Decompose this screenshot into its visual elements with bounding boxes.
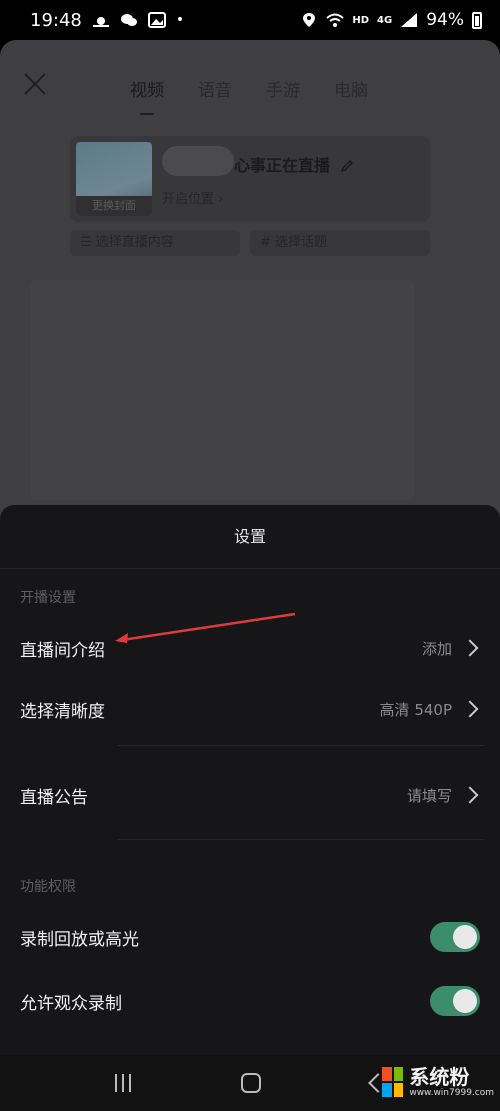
wechat-icon (120, 14, 137, 26)
camera-preview (30, 280, 414, 500)
row-resolution[interactable]: 选择清晰度 高清 540P (0, 687, 500, 731)
section-label-broadcast: 开播设置 (20, 590, 76, 606)
divider (0, 568, 500, 569)
record-replay-toggle[interactable] (430, 922, 480, 952)
chevron-right-icon (461, 639, 479, 657)
watermark-name: 系统粉 (409, 1065, 470, 1089)
divider (118, 745, 484, 746)
tab-voice[interactable]: 语音 (198, 76, 232, 101)
row-label: 选择清晰度 (20, 701, 105, 722)
row-value: 添加 (421, 639, 452, 658)
chevron-right-icon (461, 700, 479, 718)
row-label: 录制回放或高光 (20, 929, 139, 950)
close-icon[interactable] (24, 73, 46, 95)
watermark: 系统粉 www.win7999.com (382, 1057, 494, 1107)
tab-computer[interactable]: 电脑 (334, 76, 368, 101)
wifi-icon (326, 13, 345, 27)
tab-mobile-game[interactable]: 手游 (266, 76, 300, 101)
toggle-knob (453, 989, 477, 1013)
status-time: 19:48 (30, 9, 82, 31)
recents-icon[interactable] (115, 1074, 131, 1092)
row-label: 直播公告 (20, 787, 88, 808)
tab-video[interactable]: 视频 (130, 76, 164, 115)
select-content-chip[interactable]: ☰ 选择直播内容 (70, 230, 240, 256)
status-bar: 19:48 • HD 4G 94% (0, 0, 500, 40)
stream-info-card: 更换封面 心事正在直播 开启位置 › (70, 136, 430, 222)
section-label-permissions: 功能权限 (20, 879, 76, 895)
live-setup-background: 视频 语音 手游 电脑 更换封面 心事正在直播 开启位置 › ☰ 选择直播内容 … (0, 40, 500, 560)
row-allow-viewer-record: 允许观众录制 (0, 979, 500, 1023)
divider (118, 839, 484, 840)
network-hd-label: HD (352, 14, 370, 26)
stream-title[interactable]: 心事正在直播 (234, 152, 354, 176)
cover-image[interactable]: 更换封面 (76, 142, 152, 216)
row-label: 允许观众录制 (20, 993, 122, 1014)
allow-viewer-record-toggle[interactable] (430, 986, 480, 1016)
row-record-replay: 录制回放或高光 (0, 915, 500, 959)
signal-icon (401, 13, 418, 27)
battery-icon (472, 11, 482, 29)
toggle-knob (453, 925, 477, 949)
blurred-username (162, 146, 234, 176)
windows-logo-icon (382, 1067, 404, 1097)
row-announcement[interactable]: 直播公告 请填写 (0, 773, 500, 817)
settings-sheet: 设置 开播设置 直播间介绍 添加 选择清晰度 高清 540P 直播公告 请填写 … (0, 505, 500, 1055)
weather-icon (92, 17, 109, 27)
row-label: 直播间介绍 (20, 640, 105, 661)
battery-percent: 94% (426, 10, 464, 30)
change-cover-label: 更换封面 (76, 196, 152, 216)
sheet-title: 设置 (233, 527, 266, 546)
network-4g-label: 4G (377, 14, 393, 26)
home-icon[interactable] (241, 1073, 261, 1093)
chevron-right-icon (461, 786, 479, 804)
row-value: 高清 540P (379, 700, 452, 719)
edit-icon[interactable] (340, 159, 354, 173)
annotation-arrow-icon (115, 612, 296, 643)
gallery-icon (147, 12, 166, 28)
mode-tabs: 视频 语音 手游 电脑 (130, 76, 368, 115)
row-value: 请填写 (406, 786, 452, 805)
select-topic-chip[interactable]: # 选择话题 (250, 230, 430, 256)
notification-dot-icon: • (175, 12, 185, 28)
location-icon (303, 13, 316, 27)
location-toggle[interactable]: 开启位置 › (162, 188, 223, 207)
watermark-url: www.win7999.com (409, 1088, 494, 1098)
